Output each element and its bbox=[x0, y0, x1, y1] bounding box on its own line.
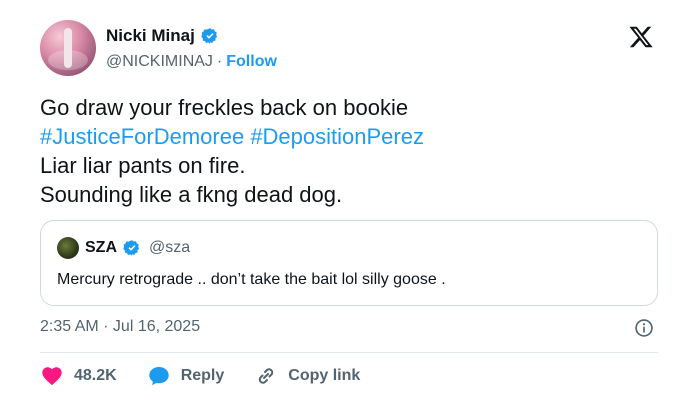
author-handle-row: @NICKIMINAJ · Follow bbox=[106, 53, 277, 71]
x-logo-icon[interactable] bbox=[628, 24, 654, 50]
verified-badge-icon bbox=[201, 28, 217, 44]
tweet-hashtag-line: #JusticeForDemoree #DepositionPerez bbox=[40, 122, 660, 151]
hashtag-deposition-perez[interactable]: #DepositionPerez bbox=[250, 124, 424, 149]
quoted-author-handle[interactable]: @sza bbox=[149, 239, 190, 257]
link-icon bbox=[259, 368, 274, 384]
verified-badge-icon bbox=[123, 240, 140, 256]
tweet-line-3: Liar liar pants on fire. bbox=[40, 153, 246, 178]
hashtag-justice-for-demoree[interactable]: #JusticeForDemoree bbox=[40, 124, 244, 149]
copy-link-label: Copy link bbox=[288, 367, 361, 384]
author-handle[interactable]: @NICKIMINAJ bbox=[106, 53, 213, 71]
quoted-tweet-header: SZA @sza bbox=[57, 237, 190, 259]
heart-icon bbox=[42, 367, 62, 386]
reply-label: Reply bbox=[180, 367, 225, 384]
quoted-tweet-card[interactable]: SZA @sza Mercury retrograde .. don’t tak… bbox=[40, 220, 658, 306]
author-name-row: Nicki Minaj bbox=[106, 26, 219, 46]
tweet-text: Go draw your freckles back on bookie #Ju… bbox=[40, 93, 660, 209]
handle-separator: · bbox=[216, 53, 223, 70]
quoted-tweet-text: Mercury retrograde .. don’t take the bai… bbox=[57, 271, 446, 288]
tweet-timestamp[interactable]: 2:35 AM · Jul 16, 2025 bbox=[40, 318, 200, 336]
copy-link-button[interactable]: Copy link bbox=[254, 364, 360, 388]
like-count: 48.2K bbox=[74, 367, 117, 384]
reply-bubble-icon bbox=[149, 367, 169, 386]
quoted-author-name[interactable]: SZA bbox=[85, 239, 117, 257]
like-button[interactable]: 48.2K bbox=[40, 364, 117, 388]
author-avatar[interactable] bbox=[40, 20, 96, 76]
reply-button[interactable]: Reply bbox=[147, 364, 225, 388]
action-divider bbox=[40, 352, 658, 353]
follow-button[interactable]: Follow bbox=[226, 53, 277, 71]
info-icon[interactable] bbox=[634, 318, 654, 338]
author-display-name[interactable]: Nicki Minaj bbox=[106, 26, 195, 46]
tweet-line-4: Sounding like a fkng dead dog. bbox=[40, 182, 343, 207]
tweet-actions: 48.2K Reply Copy link bbox=[40, 364, 390, 388]
quoted-author-avatar[interactable] bbox=[57, 237, 79, 259]
tweet-line-1: Go draw your freckles back on bookie bbox=[40, 95, 409, 120]
avatar-figure bbox=[64, 28, 72, 68]
